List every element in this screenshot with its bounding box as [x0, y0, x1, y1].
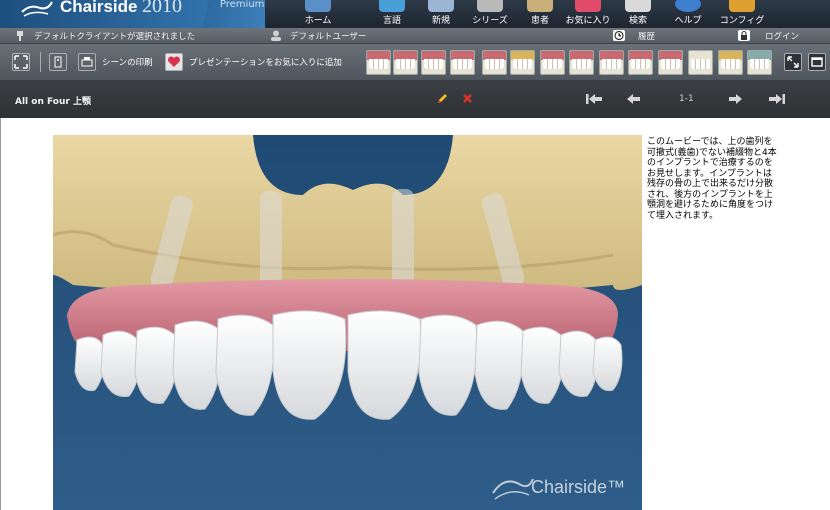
language-icon: [379, 0, 405, 12]
scene-thumbnail[interactable]: [688, 50, 713, 75]
info-button[interactable]: [49, 53, 67, 71]
delete-x-icon[interactable]: [462, 93, 473, 104]
scene-title: All on Four 上顎: [15, 97, 91, 107]
heart-icon: [167, 56, 181, 67]
edition-badge: Premium: [203, 0, 265, 28]
history-label[interactable]: 履歴: [638, 30, 655, 42]
printer-icon: [81, 57, 93, 67]
scene-title-bar: All on Four 上顎 1-1: [0, 80, 830, 118]
scene-thumbnail[interactable]: [540, 50, 565, 75]
toolbar-divider: [40, 52, 41, 72]
info-icon: [54, 56, 62, 68]
scene-description: このムービーでは、上の歯列を可撤式(義歯)でない補綴物と4本のインプラントで治療…: [647, 137, 777, 221]
chairside-logo-icon: [21, 1, 53, 17]
client-status: デフォルトクライアントが選択されました: [34, 32, 196, 42]
expand-icon: [787, 56, 799, 68]
scene-thumbnail[interactable]: [718, 50, 743, 75]
svg-text:Chairside™: Chairside™: [531, 477, 625, 497]
print-button[interactable]: [78, 53, 96, 71]
patient-icon: [527, 0, 553, 12]
nav-language[interactable]: 言語: [364, 0, 420, 28]
window-icon: [811, 57, 823, 67]
nav-config[interactable]: コンフィグ: [714, 0, 770, 28]
history-icon[interactable]: [613, 30, 625, 41]
dental-implant-illustration: Chairside™: [53, 135, 642, 510]
scene-thumbnail[interactable]: [482, 50, 507, 75]
nav-home[interactable]: ホーム: [290, 0, 346, 28]
nav-search[interactable]: 検索: [610, 0, 666, 28]
scene-thumbnail[interactable]: [658, 50, 683, 75]
scene-thumbnail[interactable]: [366, 50, 391, 75]
page-indicator: 1-1: [679, 94, 694, 104]
previous-page-icon[interactable]: [626, 93, 641, 105]
print-scene-label[interactable]: シーンの印刷: [102, 56, 153, 68]
scene-thumbnail[interactable]: [628, 50, 653, 75]
lock-icon[interactable]: [738, 30, 750, 41]
brand-area: Chairside 2010 Premium: [0, 0, 265, 28]
new-icon: [428, 0, 454, 12]
search-icon: [625, 0, 651, 12]
config-icon: [729, 0, 755, 12]
scene-thumbnail[interactable]: [393, 50, 418, 75]
tool-bar: シーンの印刷 プレゼンテーションをお気に入りに追加: [0, 44, 830, 80]
add-favorite-button[interactable]: [165, 53, 183, 71]
scene-viewer[interactable]: Chairside™: [53, 135, 642, 510]
top-bar: Chairside 2010 Premium ホーム 言語 新規 シリーズ 患者…: [0, 0, 830, 28]
fit-icon: [14, 55, 28, 69]
series-icon: [477, 0, 503, 12]
help-icon: [675, 0, 701, 12]
next-page-icon[interactable]: [728, 93, 743, 105]
scene-thumbnail[interactable]: [450, 50, 475, 75]
scene-thumbnail[interactable]: [569, 50, 594, 75]
scene-thumbnail[interactable]: [599, 50, 624, 75]
fit-screen-button[interactable]: [12, 53, 30, 71]
add-favorite-label[interactable]: プレゼンテーションをお気に入りに追加: [189, 56, 342, 68]
scene-thumbnail[interactable]: [747, 50, 772, 75]
content-area: Chairside™ このムービーでは、上の歯列を可撤式(義歯)でない補綴物と4…: [0, 118, 830, 510]
favorites-icon: [575, 0, 601, 12]
fullscreen-button[interactable]: [784, 53, 802, 71]
nav-favorites[interactable]: お気に入り: [560, 0, 616, 28]
user-status[interactable]: デフォルトユーザー: [290, 30, 366, 42]
brand-year: 2010: [142, 0, 182, 17]
first-page-icon[interactable]: [585, 93, 603, 105]
scene-thumbnail[interactable]: [421, 50, 446, 75]
brand-name: Chairside: [60, 0, 138, 16]
edit-pencil-icon[interactable]: [436, 93, 448, 105]
nav-help[interactable]: ヘルプ: [660, 0, 716, 28]
nav-series[interactable]: シリーズ: [462, 0, 518, 28]
last-page-icon[interactable]: [768, 93, 786, 105]
nav-new[interactable]: 新規: [413, 0, 469, 28]
pin-icon: [17, 31, 23, 41]
login-label[interactable]: ログイン: [765, 30, 799, 42]
window-button[interactable]: [808, 53, 826, 71]
user-icon: [271, 30, 281, 41]
scene-thumbnail[interactable]: [510, 50, 535, 75]
status-bar: デフォルトクライアントが選択されました デフォルトユーザー 履歴 ログイン: [0, 28, 830, 44]
home-icon: [305, 0, 331, 12]
